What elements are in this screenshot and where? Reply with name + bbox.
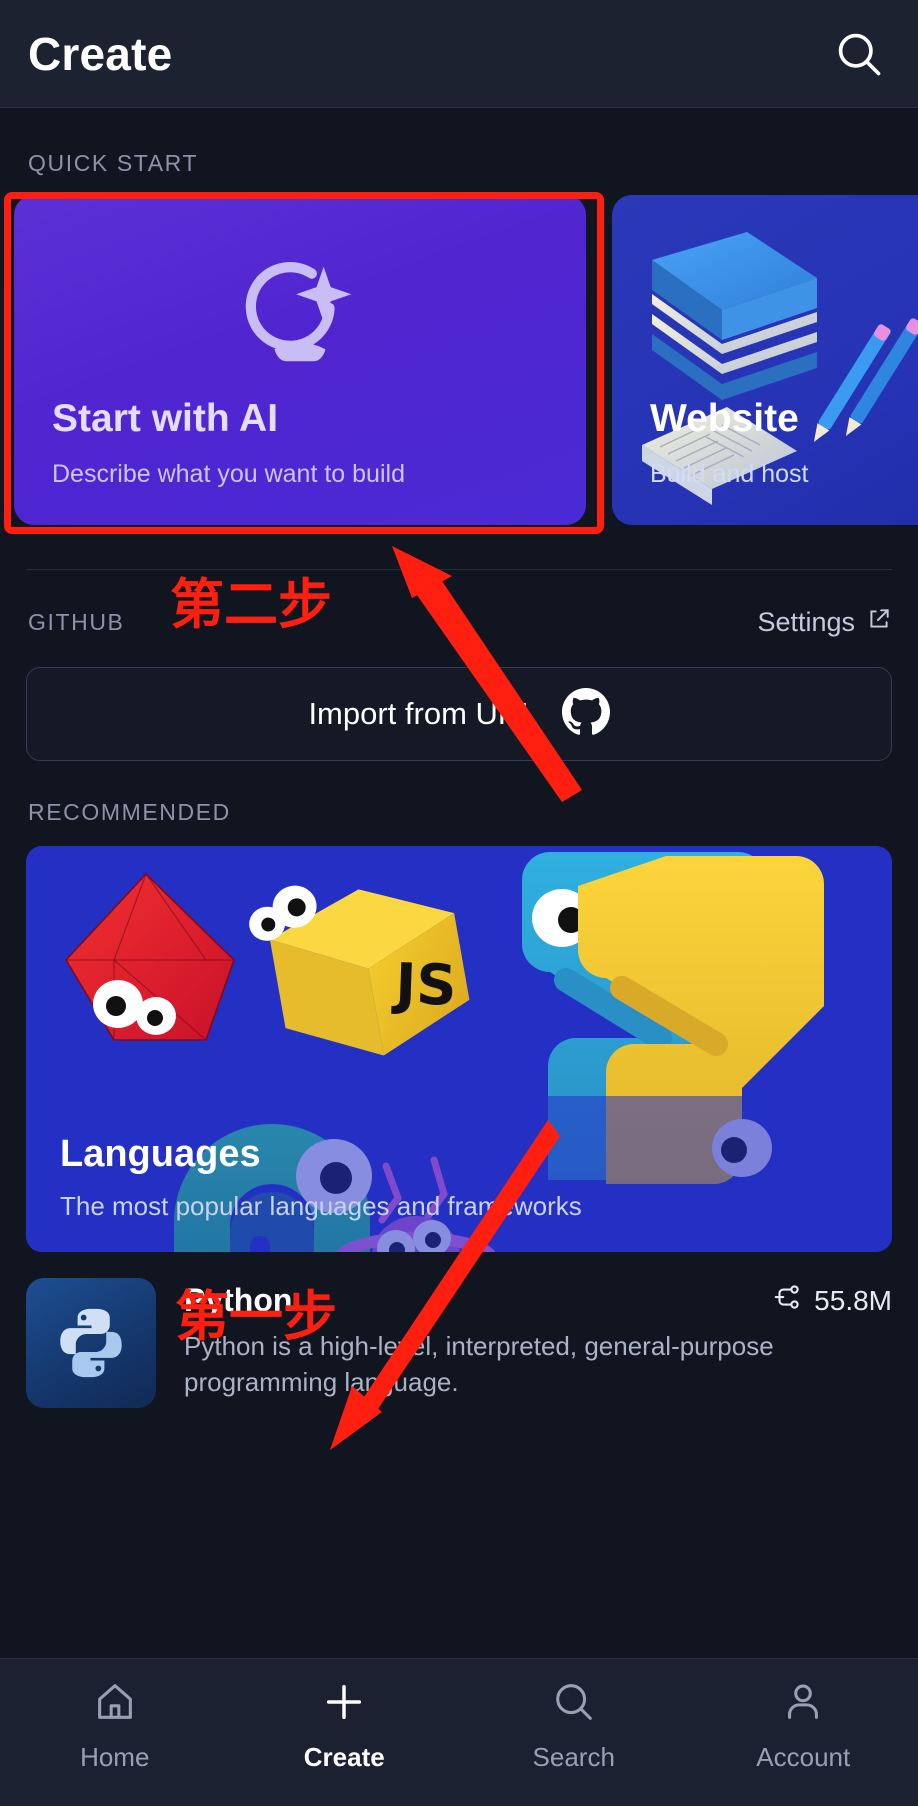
nav-item-create[interactable]: Create xyxy=(230,1679,460,1773)
import-from-url-button[interactable]: Import from URL xyxy=(26,667,892,761)
home-icon xyxy=(92,1679,138,1730)
feature-card-subtitle: The most popular languages and framework… xyxy=(60,1191,582,1221)
quick-start-card-start-with-ai[interactable]: Start with AI Describe what you want to … xyxy=(14,195,586,525)
python-fork-value: 55.8M xyxy=(814,1284,892,1316)
annotation-step-one: 第一步 xyxy=(175,1285,337,1348)
quick-start-section-label: QUICK START xyxy=(28,150,199,176)
search-icon[interactable] xyxy=(830,25,888,83)
person-icon xyxy=(780,1679,826,1730)
quick-start-carousel[interactable]: Start with AI Describe what you want to … xyxy=(0,195,918,535)
fork-icon xyxy=(772,1282,802,1319)
github-section-label: GITHUB xyxy=(28,609,125,635)
external-link-icon xyxy=(866,606,892,639)
nav-label-home: Home xyxy=(80,1742,150,1772)
nav-label-account: Account xyxy=(756,1742,851,1772)
plus-icon xyxy=(321,1679,367,1730)
recommended-list-item-python[interactable]: Python 55.8M Python is a high-level, int… xyxy=(0,1252,918,1408)
recommended-section-label: RECOMMENDED xyxy=(28,799,231,825)
search-icon xyxy=(551,1679,597,1730)
quick-start-card-website[interactable]: Website Build and host xyxy=(612,195,918,525)
github-settings-label: Settings xyxy=(757,607,855,637)
python-icon xyxy=(26,1278,156,1408)
feature-card-title: Languages xyxy=(60,1133,261,1175)
page-title: Create xyxy=(28,27,173,80)
nav-label-create: Create xyxy=(303,1742,385,1772)
github-icon xyxy=(561,687,610,741)
svg-text:JS: JS xyxy=(390,952,457,1019)
nav-item-account[interactable]: Account xyxy=(689,1679,918,1773)
app-root: Create QUICK START Start with AI Describ… xyxy=(0,0,918,1806)
quick-start-card-title: Website xyxy=(650,397,799,440)
nav-label-search: Search xyxy=(532,1742,615,1772)
nav-item-search[interactable]: Search xyxy=(459,1679,689,1773)
ai-sphere-sparkle-icon xyxy=(14,247,586,373)
import-from-url-label: Import from URL xyxy=(308,696,538,731)
app-header: Create xyxy=(0,0,918,108)
bottom-navigation[interactable]: Home Create Search Account xyxy=(0,1658,918,1806)
quick-start-card-title: Start with AI xyxy=(52,397,279,440)
quick-start-card-subtitle: Build and host xyxy=(650,460,809,488)
recommended-feature-card-languages[interactable]: JS Languages The most popular languages … xyxy=(26,846,892,1252)
github-section-header: GITHUB Settings xyxy=(0,570,918,639)
nav-item-home[interactable]: Home xyxy=(0,1679,230,1773)
github-settings-link[interactable]: Settings xyxy=(757,606,892,639)
annotation-step-two: 第二步 xyxy=(170,573,332,636)
python-fork-count: 55.8M xyxy=(772,1282,892,1319)
quick-start-card-subtitle: Describe what you want to build xyxy=(52,460,405,488)
